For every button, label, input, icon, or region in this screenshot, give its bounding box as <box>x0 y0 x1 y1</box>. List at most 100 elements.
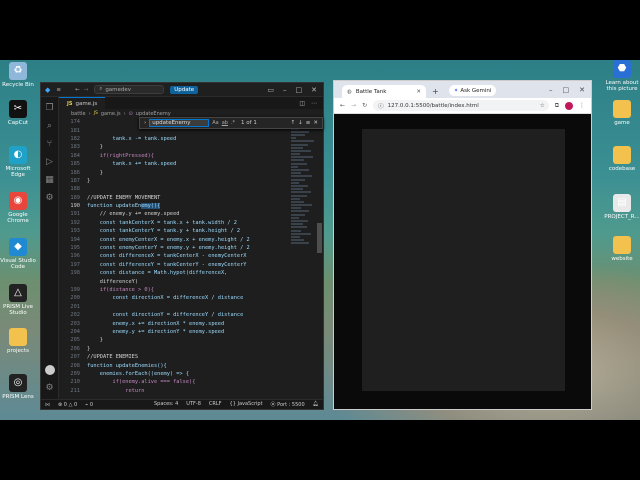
code-line[interactable]: 196 const differenceX = tankCenterX - en… <box>59 252 305 260</box>
code-line[interactable]: 205 } <box>59 336 305 344</box>
problems-indicator[interactable]: ⊗ 0 △ 0 <box>58 402 77 408</box>
code-line[interactable]: 201 <box>59 303 305 311</box>
close-find-icon[interactable]: ✕ <box>313 120 322 126</box>
code-line[interactable]: 195 const enemyCenterY = enemy.y + enemy… <box>59 244 305 252</box>
run-debug-icon[interactable]: ▷ <box>46 157 53 167</box>
split-editor-icon[interactable]: ◫ <box>299 100 305 107</box>
close-icon[interactable]: ✕ <box>579 86 585 94</box>
site-info-icon[interactable]: ⓘ <box>378 102 384 110</box>
breadcrumb-file[interactable]: game.js <box>101 111 121 117</box>
find-input[interactable]: updateEnemy <box>149 119 210 127</box>
desktop-icon[interactable]: projects <box>0 328 36 354</box>
regex-toggle[interactable]: .* <box>231 120 235 126</box>
desktop-icon[interactable]: ♻ Recycle Bin <box>0 62 36 88</box>
code-line[interactable]: 207 //UPDATE ENEMIES <box>59 353 305 361</box>
code-editor[interactable]: 174 181 182 tank.x -= tank.speed 183 } 184 i… <box>59 118 305 401</box>
editor-scrollbar[interactable] <box>317 223 322 253</box>
close-icon[interactable]: ✕ <box>311 86 317 94</box>
profile-avatar[interactable] <box>565 101 573 110</box>
code-line[interactable]: 202 const directionY = differenceY / dis… <box>59 311 305 319</box>
code-line[interactable]: 189 //UPDATE ENEMY MOVEMENT <box>59 194 305 202</box>
search-icon[interactable]: ⌕ <box>47 121 52 131</box>
code-line[interactable]: 194 const enemyCenterX = enemy.x + enemy… <box>59 235 305 243</box>
code-line[interactable]: 197 const differenceY = tankCenterY - en… <box>59 261 305 269</box>
desktop-icon[interactable]: game <box>604 100 640 126</box>
code-line[interactable]: 186 } <box>59 168 305 176</box>
reload-icon[interactable]: ↻ <box>362 102 367 109</box>
next-match-arrow-icon[interactable]: ↓ <box>298 120 303 126</box>
back-arrow-icon[interactable]: ← <box>75 87 80 93</box>
forward-arrow-icon[interactable]: → <box>351 102 356 109</box>
tab-game-js[interactable]: JS game.js <box>59 97 106 109</box>
code-line[interactable]: 198 const distance = Math.hypot(differen… <box>59 269 305 277</box>
update-button[interactable]: Update <box>170 85 199 94</box>
code-line[interactable]: 211 return <box>59 387 305 395</box>
previous-match-arrow-icon[interactable]: ↑ <box>291 120 296 126</box>
desktop-icon[interactable]: codebase <box>604 146 640 172</box>
remote-icon[interactable]: ⋈ <box>45 402 50 408</box>
settings-gear-icon[interactable]: ⚙ <box>45 383 53 393</box>
code-line[interactable]: 199 if(distance > 0){ <box>59 286 305 294</box>
address-bar[interactable]: ⓘ 127.0.0.1:5500/battle/index.html ☆ <box>373 100 549 111</box>
toggle-replace-chevron-icon[interactable]: › <box>144 120 146 126</box>
minimize-icon[interactable]: – <box>549 86 553 94</box>
close-tab-icon[interactable]: ✕ <box>416 89 421 95</box>
find-in-selection-icon[interactable]: ≡ <box>306 120 311 126</box>
maximize-icon[interactable]: □ <box>296 86 303 94</box>
new-tab-button[interactable]: + <box>426 85 445 98</box>
code-line[interactable]: 192 const tankCenterX = tank.x + tank.wi… <box>59 219 305 227</box>
code-line[interactable]: 184 if(rightPressed){ <box>59 152 305 160</box>
maximize-icon[interactable]: □ <box>563 86 570 94</box>
code-line[interactable]: 182 tank.x -= tank.speed <box>59 135 305 143</box>
breadcrumb-folder[interactable]: battle <box>71 111 86 117</box>
language-status[interactable]: {} JavaScript <box>230 401 263 408</box>
desktop-icon[interactable]: ◎ PRISM Lens <box>0 374 36 400</box>
remote-explorer-icon[interactable]: ⚙ <box>45 193 53 203</box>
more-actions-icon[interactable]: ⋯ <box>311 100 317 107</box>
notifications-bell-icon[interactable]: 🔔︎ <box>313 401 319 408</box>
code-line[interactable]: 193 const tankCenterY = tank.y + tank.he… <box>59 227 305 235</box>
desktop-icon[interactable]: ◆ Visual Studio Code <box>0 238 36 270</box>
tab-battle-tank[interactable]: ◍ Battle Tank ✕ <box>342 85 426 98</box>
chrome-menu-icon[interactable]: ⋮ <box>579 102 585 109</box>
code-line[interactable]: 200 const directionX = differenceX / dis… <box>59 294 305 302</box>
breadcrumb-symbol[interactable]: updateEnemy <box>136 111 171 117</box>
ports-icon[interactable]: ⌁ 0 <box>85 402 93 408</box>
forward-arrow-icon[interactable]: → <box>84 87 89 93</box>
code-line[interactable]: differenceY) <box>59 277 305 285</box>
desktop-icon[interactable]: ◐ Microsoft Edge <box>0 146 36 178</box>
code-line[interactable]: 187} <box>59 177 305 185</box>
code-line[interactable]: 185 tank.x += tank.speed <box>59 160 305 168</box>
code-line[interactable]: 208 function updateEnemies(){ <box>59 361 305 369</box>
code-line[interactable]: 203 enemy.x += directionX * enemy.speed <box>59 319 305 327</box>
desktop-icon[interactable]: ✂ CapCut <box>0 100 36 126</box>
code-line[interactable]: 210 if(enemy.alive === false){ <box>59 378 305 386</box>
code-line[interactable]: 183 } <box>59 143 305 151</box>
desktop-icon[interactable]: ◉ Google Chrome <box>0 192 36 224</box>
code-line[interactable]: 206} <box>59 345 305 353</box>
bookmark-star-icon[interactable]: ☆ <box>540 103 549 109</box>
command-center-search[interactable]: ⌕ gamedev <box>94 85 165 94</box>
code-line[interactable]: 204 enemy.y += directionY * enemy.speed <box>59 328 305 336</box>
encoding-status[interactable]: UTF-8 <box>186 401 201 408</box>
eol-status[interactable]: CRLF <box>209 401 222 408</box>
desktop-icon[interactable]: ⬣ Learn about this picture <box>604 60 640 92</box>
extensions-icon[interactable]: ⧉ <box>555 102 559 110</box>
code-line[interactable]: 190 function updateEnemy(){ <box>59 202 305 210</box>
desktop-icon[interactable]: ▤ PROJECT_R... <box>604 194 640 220</box>
layout-icon[interactable]: ▭ <box>267 86 274 94</box>
back-arrow-icon[interactable]: ← <box>340 102 345 109</box>
extensions-icon[interactable]: ▦ <box>45 175 54 185</box>
desktop-icon[interactable]: website <box>604 236 640 262</box>
live-server-status[interactable]: ⦿ Port : 5500 <box>271 401 305 408</box>
ask-gemini-button[interactable]: ✦ Ask Gemini <box>448 85 497 96</box>
game-canvas[interactable] <box>362 129 565 391</box>
code-line[interactable]: 209 enemies.forEach((enemy) => { <box>59 370 305 378</box>
minimize-icon[interactable]: – <box>283 86 287 94</box>
code-line[interactable]: 188 <box>59 185 305 193</box>
code-line[interactable]: 191 // enemy.y += enemy.speed <box>59 210 305 218</box>
account-icon[interactable] <box>44 365 55 375</box>
match-word-toggle[interactable]: ab <box>222 120 228 126</box>
match-case-toggle[interactable]: Aa <box>212 120 218 126</box>
indentation-status[interactable]: Spaces: 4 <box>154 401 178 408</box>
